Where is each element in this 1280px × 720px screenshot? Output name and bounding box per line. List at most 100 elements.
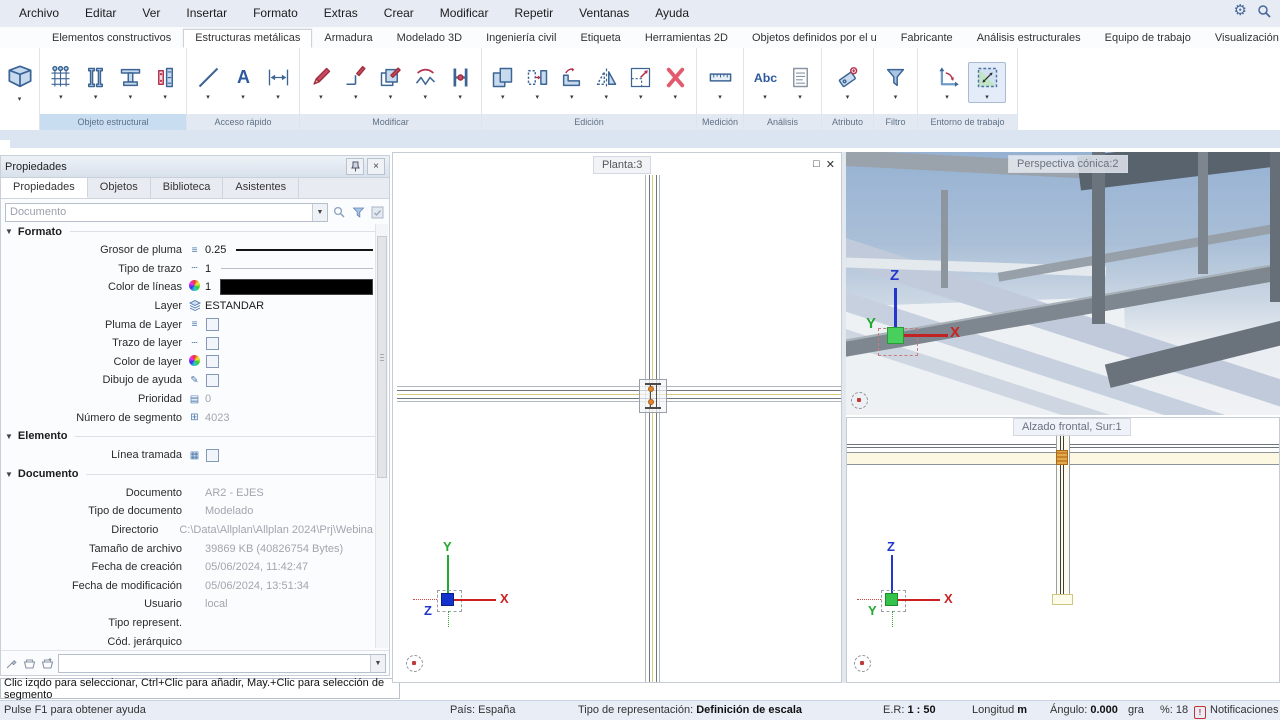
pin-icon[interactable] <box>346 158 364 175</box>
steel-connection-button[interactable]: ▾ <box>149 62 181 103</box>
report-button[interactable]: ▾ <box>784 62 816 103</box>
gear-icon[interactable]: ⚙ <box>1234 2 1247 20</box>
ribbon-tab[interactable]: Análisis estructurales <box>965 29 1093 48</box>
modify-profile-button[interactable]: ▾ <box>444 62 476 103</box>
status-angle-unit[interactable]: gra <box>1128 704 1144 716</box>
scrollbar-thumb[interactable] <box>377 236 387 478</box>
properties-titlebar[interactable]: Propiedades × <box>1 156 389 178</box>
line-button[interactable]: ▾ <box>192 62 224 103</box>
favorites-combo[interactable]: ▼ <box>58 654 386 673</box>
abc-check-button[interactable]: Abc ▾ <box>749 62 781 103</box>
steel-beam-button[interactable]: ▾ <box>115 62 147 103</box>
project-structure-button[interactable]: ▾ <box>4 59 36 105</box>
origin-handle[interactable] <box>441 593 454 606</box>
status-scale[interactable]: E.R: 1 : 50 <box>883 704 936 716</box>
menu-item[interactable]: Insertar <box>173 0 240 27</box>
rotate-button[interactable]: ▾ <box>556 62 588 103</box>
property-row[interactable]: Layer ESTANDAR <box>1 297 389 316</box>
mirror-button[interactable]: ▾ <box>591 62 623 103</box>
menu-item[interactable]: Ventanas <box>566 0 642 27</box>
color-swatch[interactable] <box>220 279 373 295</box>
properties-tab[interactable]: Objetos <box>88 178 151 198</box>
modify-pencil-button[interactable]: ▾ <box>305 62 337 103</box>
zoom-to-icon[interactable] <box>332 205 347 220</box>
eyedropper-icon[interactable] <box>4 656 19 671</box>
ribbon-tab[interactable]: Etiqueta <box>568 29 632 48</box>
filter-funnel-icon[interactable] <box>351 205 366 220</box>
menu-item[interactable]: Editar <box>72 0 129 27</box>
origin-compass-icon[interactable] <box>854 655 871 672</box>
status-zoom[interactable]: %: 18 <box>1160 704 1188 716</box>
axis-grid-button[interactable]: ▾ <box>45 62 77 103</box>
ribbon-tab[interactable]: Fabricante <box>889 29 965 48</box>
close-icon[interactable]: × <box>367 158 385 175</box>
checkbox[interactable] <box>206 374 219 387</box>
ribbon-tab[interactable]: Estructuras metálicas <box>183 29 312 48</box>
status-length-unit[interactable]: Longitud m <box>972 704 1027 716</box>
status-representation[interactable]: Tipo de representación: Definición de es… <box>578 704 802 716</box>
menu-item[interactable]: Formato <box>240 0 311 27</box>
checkbox[interactable] <box>206 318 219 331</box>
ribbon-tab[interactable]: Visualización <box>1203 29 1280 48</box>
chevron-down-icon[interactable]: ▼ <box>370 655 385 672</box>
status-angle[interactable]: Ángulo: 0.000 <box>1050 704 1118 716</box>
checkbox[interactable] <box>206 449 219 462</box>
property-row[interactable]: Grosor de pluma ≡ 0.25 <box>1 241 389 260</box>
filter-button[interactable]: ▾ <box>879 62 912 103</box>
favorite-open-icon[interactable] <box>22 656 37 671</box>
menu-item[interactable]: Crear <box>371 0 427 27</box>
properties-tab[interactable]: Asistentes <box>223 178 299 198</box>
copy-button[interactable]: ▾ <box>487 62 519 103</box>
status-country[interactable]: País: España <box>450 704 515 716</box>
document-filter-combo[interactable]: Documento ▼ <box>5 203 328 222</box>
checkbox[interactable] <box>206 337 219 350</box>
search-icon[interactable] <box>1257 4 1272 19</box>
property-row[interactable]: Línea tramada ▦ <box>1 446 389 465</box>
ribbon-tab[interactable]: Armadura <box>312 29 384 48</box>
selection-mode-button[interactable]: ▾ <box>968 62 1006 103</box>
measure-button[interactable]: ▾ <box>702 62 738 103</box>
move-button[interactable]: ▾ <box>522 62 554 103</box>
attribute-button[interactable]: ▾ <box>830 62 866 103</box>
menu-item[interactable]: Modificar <box>427 0 502 27</box>
ribbon-tab[interactable]: Objetos definidos por el u <box>740 29 889 48</box>
ribbon-tab[interactable]: Herramientas 2D <box>633 29 740 48</box>
delete-button[interactable]: ▾ <box>660 62 692 103</box>
property-row[interactable]: Prioridad ▤ 0 <box>1 390 389 409</box>
viewport-elevation[interactable]: Alzado frontal, Sur:1 Z X Y <box>846 417 1280 683</box>
menu-item[interactable]: Ayuda <box>642 0 702 27</box>
close-icon[interactable]: ✕ <box>826 158 835 171</box>
viewport-perspective[interactable]: Perspectiva cónica:2 Z X Y <box>846 152 1280 415</box>
section-elemento[interactable]: ▼ Elemento <box>1 427 389 446</box>
origin-handle[interactable] <box>885 593 898 606</box>
checkbox[interactable] <box>206 355 219 368</box>
maximize-icon[interactable]: □ <box>813 158 820 171</box>
viewport-title[interactable]: Perspectiva cónica:2 <box>1008 155 1128 173</box>
menu-item[interactable]: Extras <box>311 0 371 27</box>
property-row[interactable]: Color de líneas 1 <box>1 278 389 297</box>
property-row[interactable]: Número de segmento ⊞ 4023 <box>1 408 389 427</box>
ribbon-tab[interactable]: Modelado 3D <box>385 29 474 48</box>
chevron-down-icon[interactable]: ▼ <box>312 204 327 221</box>
properties-tab[interactable]: Propiedades <box>1 178 88 198</box>
origin-handle[interactable] <box>887 327 904 344</box>
stretch-button[interactable]: ▾ <box>625 62 657 103</box>
ribbon-tab[interactable]: Ingeniería civil <box>474 29 568 48</box>
origin-compass-icon[interactable] <box>406 655 423 672</box>
steel-column-button[interactable]: ▾ <box>80 62 112 103</box>
ribbon-tab[interactable]: Equipo de trabajo <box>1093 29 1203 48</box>
steel-column-marker[interactable] <box>639 379 667 413</box>
dimension-button[interactable]: ▾ <box>262 62 294 103</box>
origin-compass-icon[interactable] <box>851 392 868 409</box>
apply-check-icon[interactable] <box>370 205 385 220</box>
text-button[interactable]: A ▾ <box>227 62 259 103</box>
favorite-save-icon[interactable] <box>40 656 55 671</box>
workspace-axes-button[interactable]: ▾ <box>929 62 965 103</box>
menu-item[interactable]: Ver <box>129 0 173 27</box>
status-notifications[interactable]: !Notificaciones <box>1194 704 1278 719</box>
menu-item[interactable]: Archivo <box>6 0 72 27</box>
section-formato[interactable]: ▼ Formato <box>1 222 389 241</box>
properties-tab[interactable]: Biblioteca <box>151 178 224 198</box>
viewport-title[interactable]: Alzado frontal, Sur:1 <box>1013 418 1131 436</box>
property-row[interactable]: Pluma de Layer ≡ <box>1 315 389 334</box>
